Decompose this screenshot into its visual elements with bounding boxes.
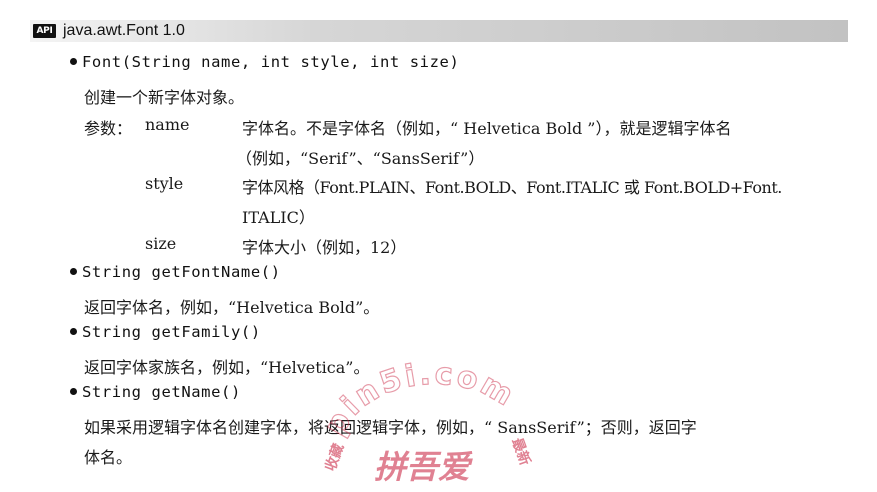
param-name-style: style bbox=[145, 174, 184, 193]
signature-text: Font(String name, int style, int size) bbox=[82, 53, 460, 71]
watermark-right-text: 最新 bbox=[508, 436, 534, 468]
bullet-icon bbox=[70, 388, 77, 395]
bullet-icon bbox=[70, 268, 77, 275]
bullet-icon bbox=[70, 328, 77, 335]
api-class-title: java.awt.Font 1.0 bbox=[63, 22, 185, 39]
signature-text: String getFontName() bbox=[82, 263, 281, 281]
param-name-size: size bbox=[145, 234, 177, 253]
method-description-getname-line1: 如果采用逻辑字体名创建字体，将返回逻辑字体，例如，“ SansSerif”；否则… bbox=[84, 418, 697, 437]
param-desc-name-line2: （例如，“Serif”、“SansSerif”） bbox=[236, 149, 485, 168]
method-signature-getfamily: String getFamily() bbox=[70, 323, 261, 341]
param-desc-name-line1: 字体名。不是字体名（例如，“ Helvetica Bold ”），就是逻辑字体名 bbox=[242, 119, 732, 138]
param-desc-size: 字体大小（例如，12） bbox=[242, 238, 407, 257]
params-label: 参数： bbox=[84, 119, 133, 138]
method-description-getfontname: 返回字体名，例如，“Helvetica Bold”。 bbox=[84, 298, 380, 317]
watermark-left-text: 收藏 bbox=[322, 441, 347, 473]
api-header: API java.awt.Font 1.0 bbox=[30, 20, 848, 42]
method-signature-getfontname: String getFontName() bbox=[70, 263, 281, 281]
method-description-font: 创建一个新字体对象。 bbox=[84, 88, 245, 107]
signature-text: String getName() bbox=[82, 383, 241, 401]
method-description-getname-line2: 体名。 bbox=[84, 448, 133, 467]
method-signature-getname: String getName() bbox=[70, 383, 241, 401]
param-name-name: name bbox=[145, 115, 190, 134]
method-signature-font: Font(String name, int style, int size) bbox=[70, 53, 459, 71]
method-description-getfamily: 返回字体家族名，例如，“Helvetica”。 bbox=[84, 358, 370, 377]
param-desc-style-line2: ITALIC） bbox=[242, 208, 315, 227]
watermark-main-text: 拼吾爱 bbox=[374, 448, 473, 486]
signature-text: String getFamily() bbox=[82, 323, 261, 341]
param-desc-style-line1: 字体风格（Font.PLAIN、Font.BOLD、Font.ITALIC 或 … bbox=[242, 178, 782, 197]
api-badge-icon: API bbox=[33, 24, 56, 38]
bullet-icon bbox=[70, 58, 77, 65]
